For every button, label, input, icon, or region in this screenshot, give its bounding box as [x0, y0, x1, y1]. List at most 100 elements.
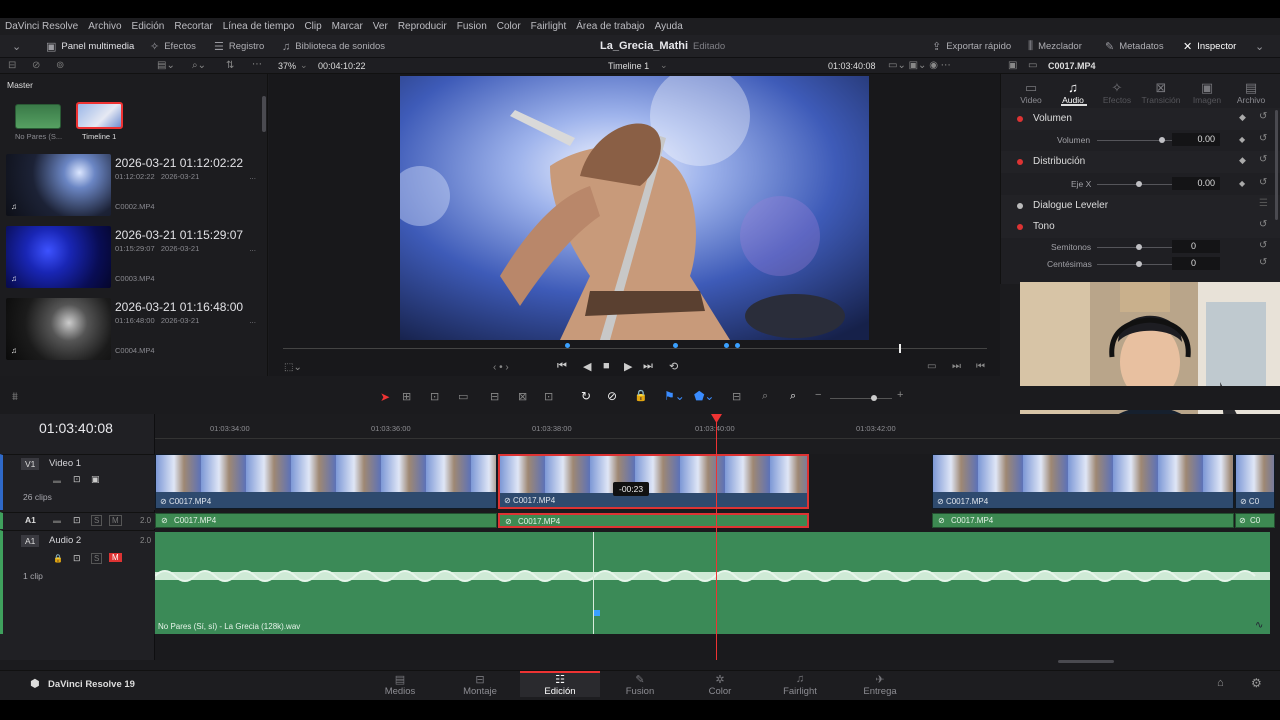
menu-playback[interactable]: Reproducir [398, 21, 447, 32]
menu-trim[interactable]: Recortar [174, 21, 212, 32]
replace-clip-icon[interactable]: ⊡ [544, 390, 553, 403]
page-tab-media[interactable]: ▤ Medios [360, 673, 440, 697]
tab-effects[interactable]: ✧ Efectos [1095, 80, 1139, 105]
keyframe-icon[interactable]: ◆ [1239, 112, 1246, 123]
media-scrollbar[interactable] [262, 96, 266, 132]
overwrite-clip-icon[interactable]: ⊠ [518, 390, 527, 403]
search-icon[interactable]: ⌕⌄ [192, 60, 206, 71]
menu-fairlight[interactable]: Fairlight [531, 21, 567, 32]
media-clip-item[interactable]: ♫ 2026-03-21 01:15:29:07 01:15:29:07 202… [6, 226, 260, 292]
menu-color[interactable]: Color [497, 21, 521, 32]
playhead[interactable] [716, 414, 717, 660]
track-badge[interactable]: A1 [25, 515, 36, 525]
video-clip[interactable]: ⊘ C0017.MP4 [932, 454, 1234, 509]
zoom-level[interactable]: 37% [278, 61, 296, 71]
menu-file[interactable]: Archivo [88, 21, 121, 32]
marker-dot[interactable] [565, 343, 570, 348]
view-mode-icon[interactable]: ▤⌄ [157, 60, 175, 71]
smart-bin-icon[interactable]: ⊚ [56, 60, 64, 71]
menu-timeline[interactable]: Línea de tiempo [223, 21, 295, 32]
bin-name[interactable]: Master [7, 80, 33, 90]
media-clip-item[interactable]: ♫ 2026-03-21 01:12:02:22 01:12:02:22 202… [6, 154, 260, 220]
auto-select-icon[interactable]: ⊡ [73, 553, 81, 564]
slider-knob[interactable] [1159, 137, 1165, 143]
menu-edit[interactable]: Edición [132, 21, 165, 32]
track-audio-2[interactable]: A1 Audio 2 2.0 🔒 ⊡ S M 1 clip [0, 530, 155, 634]
zoom-custom-icon[interactable]: ⌕ [790, 390, 796, 403]
audio-clip[interactable]: ⊘ C0 [1235, 513, 1275, 528]
mute-button[interactable]: M [109, 515, 122, 526]
menu-help[interactable]: Ayuda [655, 21, 683, 32]
track-video-1[interactable]: V1 Video 1 ▬ ⊡ ▣ 26 clips [0, 454, 155, 510]
enable-dot[interactable] [1017, 116, 1023, 122]
mixer-button[interactable]: ⫼ Mezclador [1028, 39, 1082, 54]
timeline-scrollbar[interactable] [1058, 660, 1114, 663]
panel-toggle-button[interactable]: ⌄ [12, 39, 21, 54]
home-icon[interactable]: ⌂ [1217, 677, 1224, 689]
marker-icon[interactable]: ⬟⌄ [694, 389, 714, 403]
linked-selection-icon[interactable]: ⊘ [607, 389, 617, 403]
play-reverse-icon[interactable]: ◀ [583, 360, 591, 373]
marker-dot[interactable] [735, 343, 740, 348]
page-tab-fusion[interactable]: ✎ Fusion [600, 673, 680, 697]
more-options-icon[interactable]: ⋯ [252, 59, 262, 70]
lock-icon[interactable]: 🔒 [53, 554, 63, 563]
snapping-icon[interactable]: ↻ [581, 389, 591, 403]
page-tab-fairlight[interactable]: ♫ Fairlight [760, 673, 840, 697]
go-to-end-icon[interactable]: ⏭ [643, 360, 653, 373]
dynamic-trim-icon[interactable]: ⊡ [430, 390, 439, 403]
enable-dot[interactable] [1017, 203, 1023, 209]
track-visibility-icon[interactable]: ▣ [91, 474, 100, 485]
audio-clip-music[interactable]: No Pares (Sí, sí) - La Grecia (128k).wav… [155, 532, 1270, 634]
safe-area-icon[interactable]: ⬚⌄ [284, 362, 302, 373]
flag-icon[interactable]: ⚑⌄ [664, 389, 685, 403]
bin-list-icon[interactable]: ⊟ [8, 60, 16, 71]
dialogue-leveler-section[interactable]: Dialogue Leveler ☰ [1001, 195, 1280, 217]
metadata-button[interactable]: ✎ Metadatos [1105, 39, 1164, 54]
menu-mark[interactable]: Marcar [332, 21, 363, 32]
auto-select-icon[interactable]: ⊡ [73, 515, 81, 526]
chevron-down-icon[interactable]: ⌄ [660, 60, 668, 71]
enable-dot[interactable] [1017, 224, 1023, 230]
loop-icon[interactable]: ⟲ [669, 360, 678, 373]
reset-icon[interactable]: ↺ [1259, 177, 1267, 188]
menu-app[interactable]: DaVinci Resolve [5, 21, 78, 32]
tab-audio[interactable]: ♫ Audio [1051, 80, 1095, 105]
video-clip[interactable]: ⊘ C0 [1235, 454, 1275, 509]
reset-icon[interactable]: ↺ [1259, 111, 1267, 122]
track-name[interactable]: Audio 2 [49, 535, 81, 546]
pitch-section[interactable]: Tono ↺ [1001, 216, 1280, 238]
menu-icon[interactable]: ☰ [1259, 198, 1268, 209]
keyframe-marker[interactable] [594, 610, 600, 616]
keyframe-icon[interactable]: ◆ [1239, 179, 1245, 188]
zoom-slider-knob[interactable] [871, 395, 877, 401]
zoom-slider[interactable] [830, 398, 892, 399]
next-edit-icon[interactable]: ⏭ [952, 361, 961, 372]
marker-dot[interactable] [673, 343, 678, 348]
media-clip-item[interactable]: ♫ 2026-03-21 01:16:48:00 01:16:48:00 202… [6, 298, 260, 364]
track-audio-1[interactable]: A1 ▬ ⊡ S M 2.0 [0, 512, 155, 529]
pan-value[interactable]: 0.00 [1172, 177, 1220, 190]
slider-knob[interactable] [1136, 181, 1142, 187]
tab-video[interactable]: ▭ Video [1009, 80, 1053, 105]
inspector-button[interactable]: ✕ Inspector [1183, 39, 1236, 54]
link-icon[interactable]: ⊘ [32, 60, 40, 71]
go-to-start-icon[interactable]: ⏮ [557, 360, 567, 373]
page-tab-edit[interactable]: ☷ Edición [520, 673, 600, 697]
enable-dot[interactable] [1017, 159, 1023, 165]
menu-view[interactable]: Ver [373, 21, 388, 32]
mute-button[interactable]: M [109, 553, 122, 562]
sound-library-button[interactable]: ♫ Biblioteca de sonidos [282, 39, 385, 54]
media-pool-button[interactable]: ▣ Panel multimedia [46, 39, 134, 54]
lock-icon[interactable]: ▬ [53, 516, 61, 525]
selection-tool-icon[interactable]: ➤ [380, 390, 390, 404]
inspector-layout-icon[interactable]: ▣ [1008, 60, 1017, 71]
zoom-in-icon[interactable]: + [897, 389, 903, 401]
prev-edit-icon[interactable]: ⏮ [976, 361, 985, 372]
timeline-selector[interactable]: Timeline 1 [608, 61, 649, 71]
semitones-value[interactable]: 0 [1172, 240, 1220, 253]
chevron-down-icon[interactable]: ⌄ [300, 60, 308, 71]
trim-tool-icon[interactable]: ⊞ [402, 390, 411, 403]
video-clip-selected[interactable]: ⊘ C0017.MP4 [498, 454, 809, 509]
audio-clip-selected[interactable]: ⊘ C0017.MP4 [498, 513, 809, 528]
